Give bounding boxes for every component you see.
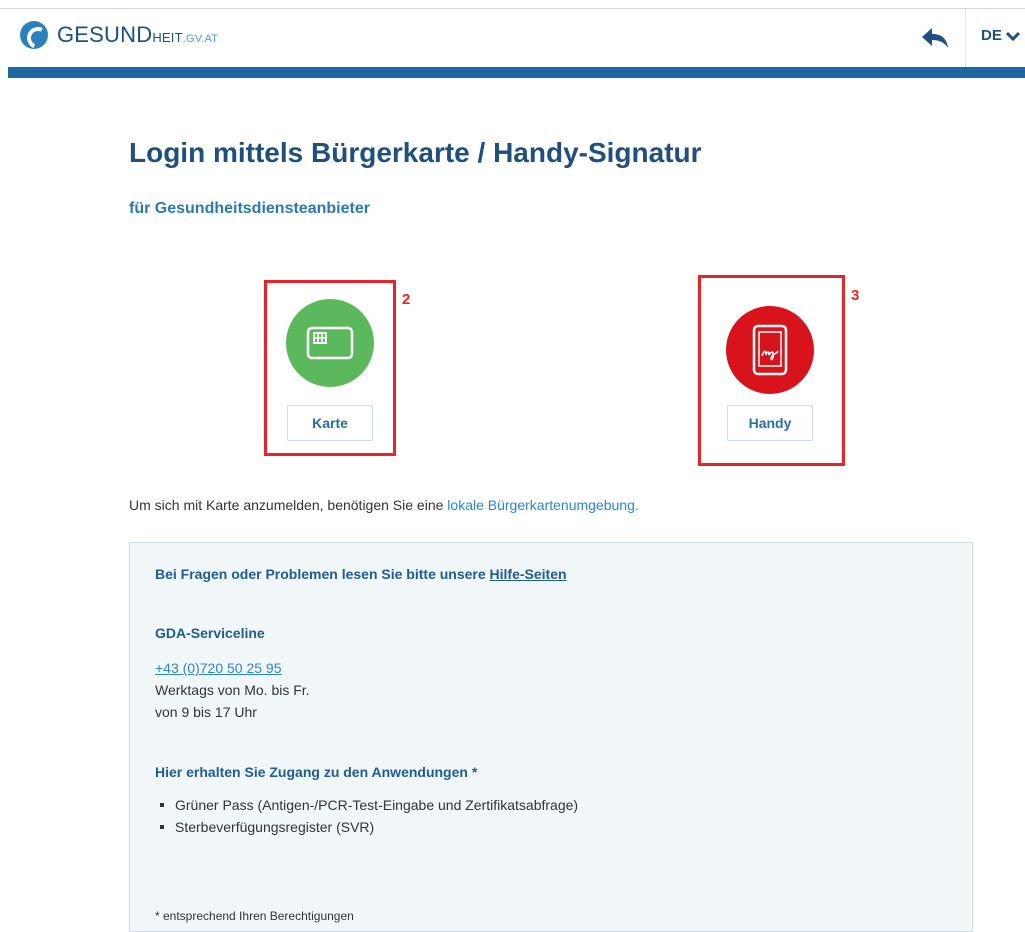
help-pages-link[interactable]: Hilfe-Seiten	[490, 566, 567, 582]
help-heading: Bei Fragen oder Problemen lesen Sie bitt…	[155, 566, 567, 582]
local-citizen-card-link[interactable]: lokale Bürgerkartenumgebung.	[447, 497, 638, 513]
list-item: Sterbeverfügungsregister (SVR)	[159, 816, 578, 838]
applications-title: Hier erhalten Sie Zugang zu den Anwendun…	[155, 764, 478, 780]
serviceline-title: GDA-Serviceline	[155, 625, 265, 641]
help-panel: Bei Fragen oder Problemen lesen Sie bitt…	[129, 542, 973, 932]
annotation-marker-3: 3	[851, 287, 860, 304]
header-divider	[965, 9, 966, 67]
site-header: GESUNDHEIT.GV.AT DE	[0, 9, 1025, 67]
back-button[interactable]	[916, 23, 954, 53]
page-subtitle: für Gesundheitsdiensteanbieter	[129, 200, 370, 217]
language-selector[interactable]: DE	[981, 27, 1020, 44]
logo-mark-icon	[20, 21, 48, 49]
annotation-box-mobile	[698, 275, 845, 466]
language-label: DE	[981, 27, 1002, 44]
serviceline-phone-link[interactable]: +43 (0)720 50 25 95	[155, 660, 282, 676]
applications-list: Grüner Pass (Antigen-/PCR-Test-Eingabe u…	[155, 794, 578, 838]
annotation-marker-2: 2	[402, 291, 411, 308]
logo-wordmark: GESUNDHEIT.GV.AT	[57, 22, 219, 47]
list-item: Grüner Pass (Antigen-/PCR-Test-Eingabe u…	[159, 794, 578, 816]
card-info-text: Um sich mit Karte anzumelden, benötigen …	[129, 497, 639, 513]
serviceline-hours-days: Werktags von Mo. bis Fr.	[155, 682, 310, 698]
page-title: Login mittels Bürgerkarte / Handy-Signat…	[129, 137, 702, 168]
serviceline-hours-time: von 9 bis 17 Uhr	[155, 704, 257, 720]
back-arrow-icon	[922, 28, 948, 48]
annotation-box-card	[264, 280, 396, 456]
header-accent-bar	[8, 67, 1025, 78]
permissions-footnote: * entsprechend Ihren Berechtigungen	[155, 909, 354, 923]
site-logo[interactable]: GESUNDHEIT.GV.AT	[20, 21, 218, 49]
chevron-down-icon	[1005, 31, 1020, 41]
